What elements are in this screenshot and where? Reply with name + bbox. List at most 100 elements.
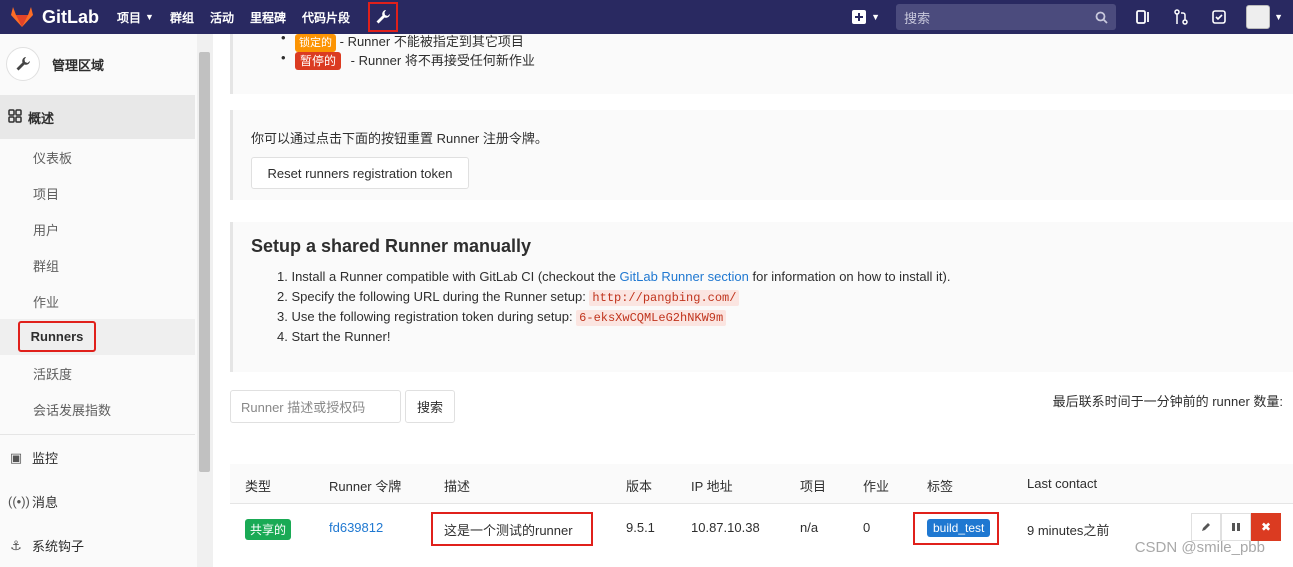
col-last-contact[interactable]: Last contact xyxy=(1027,476,1097,491)
nav-projects[interactable]: 项目 ▼ xyxy=(117,9,154,26)
sidebar-item-runners[interactable]: Runners xyxy=(18,321,96,352)
chevron-down-icon: ▼ xyxy=(871,12,881,22)
coordinator-url: http://pangbing.com/ xyxy=(589,290,740,306)
nav-milestones[interactable]: 里程碑 xyxy=(250,9,286,26)
step1-text: 1. Install a Runner compatible with GitL… xyxy=(277,269,620,284)
remove-button[interactable]: ✖ xyxy=(1251,513,1281,541)
setup-title: Setup a shared Runner manually xyxy=(251,236,532,256)
reset-token-panel: 你可以通过点击下面的按钮重置 Runner 注册令牌。 Reset runner… xyxy=(230,110,1293,200)
pause-icon xyxy=(1232,523,1240,531)
sidebar-item-groups[interactable]: 群组 xyxy=(33,256,59,275)
sidebar-item-dashboard[interactable]: 仪表板 xyxy=(33,148,72,167)
runner-jobs: 0 xyxy=(863,520,871,535)
sidebar-item-activity[interactable]: 活跃度 xyxy=(33,364,72,383)
gitlab-logo[interactable]: GitLab xyxy=(10,6,117,28)
step1-text-end: for information on how to install it). xyxy=(748,269,951,284)
nav-snippets[interactable]: 代码片段 xyxy=(302,9,350,26)
sidebar-item-label: 概述 xyxy=(28,110,55,126)
todos-icon[interactable] xyxy=(1208,6,1230,28)
wrench-icon xyxy=(16,57,30,71)
sidebar-item-projects[interactable]: 项目 xyxy=(33,184,59,203)
setup-step-3: 3. Use the following registration token … xyxy=(277,309,727,326)
col-jobs: 作业 xyxy=(863,479,890,494)
shared-badge: 共享的 xyxy=(245,519,292,540)
sidebar-scroll-thumb[interactable] xyxy=(199,52,210,472)
nav-activity[interactable]: 活动 xyxy=(210,9,234,26)
col-type: 类型 xyxy=(245,479,272,494)
nav-snippets-label: 代码片段 xyxy=(301,10,350,25)
runner-projects: n/a xyxy=(800,520,819,535)
pause-button[interactable] xyxy=(1221,513,1251,541)
paused-badge: 暂停的 xyxy=(295,52,342,70)
nav-groups[interactable]: 群组 xyxy=(170,9,194,26)
sidebar-header[interactable]: 管理区域 xyxy=(0,34,197,94)
merge-requests-icon[interactable] xyxy=(1170,6,1192,28)
runners-table-header: 类型 Runner 令牌 描述 版本 IP 地址 项目 作业 标签 Last c… xyxy=(230,464,1293,504)
close-icon: ✖ xyxy=(1260,520,1272,534)
col-projects: 项目 xyxy=(800,479,827,494)
grid-icon xyxy=(8,108,22,126)
new-item-button[interactable]: ▼ xyxy=(851,9,880,25)
user-avatar[interactable] xyxy=(1246,5,1271,29)
table-row: 共享的 fd639812 这是一个测试的runner 9.5.1 10.87.1… xyxy=(230,505,1293,555)
nav-milestones-label: 里程碑 xyxy=(249,10,286,25)
sidebar-item-users[interactable]: 用户 xyxy=(33,220,59,239)
search-placeholder: 搜索 xyxy=(904,10,931,26)
divider xyxy=(0,434,195,435)
list-item: • 暂停的 - Runner 将不再接受任何新作业 xyxy=(281,50,535,70)
sidebar-item-label: 监控 xyxy=(32,451,59,466)
setup-step-4: 4. Start the Runner! xyxy=(277,329,391,344)
runner-search-placeholder: Runner 描述或授权码 xyxy=(241,400,366,415)
admin-sidebar: 管理区域 概述 仪表板 项目 用户 群组 作业 Runners 活跃度 会话发展… xyxy=(0,34,213,567)
chevron-down-icon: ▼ xyxy=(145,12,154,22)
runner-token-link[interactable]: fd639812 xyxy=(329,520,383,535)
sidebar-item-jobs[interactable]: 作业 xyxy=(33,292,59,311)
col-tags: 标签 xyxy=(927,479,954,494)
runner-ip: 10.87.10.38 xyxy=(691,520,760,535)
runner-last-contact: 9 minutes之前 xyxy=(1027,523,1110,538)
issues-icon[interactable] xyxy=(1132,6,1154,28)
nav-projects-label: 项目 xyxy=(117,10,142,25)
col-description: 描述 xyxy=(444,479,471,494)
sidebar-item-label: 消息 xyxy=(32,495,59,510)
top-navbar: GitLab 项目 ▼ 群组 活动 里程碑 代码片段 ▼ 搜索 ▼ xyxy=(0,0,1293,34)
sidebar-item-messages[interactable]: ((•)) 消息 xyxy=(8,492,58,511)
setup-step-1: 1. Install a Runner compatible with GitL… xyxy=(277,269,950,284)
reset-token-text: 你可以通过点击下面的按钮重置 Runner 注册令牌。 xyxy=(251,131,548,146)
col-ip: IP 地址 xyxy=(691,479,733,494)
runner-search-input[interactable]: Runner 描述或授权码 xyxy=(230,390,401,423)
reset-token-button[interactable]: Reset runners registration token xyxy=(251,157,469,189)
broadcast-icon: ((•)) xyxy=(8,494,30,509)
setup-runner-panel: Setup a shared Runner manually 1. Instal… xyxy=(230,222,1293,372)
search-input[interactable]: 搜索 xyxy=(896,4,1117,30)
sidebar-item-monitoring[interactable]: ▣ 监控 xyxy=(8,448,58,467)
runner-version: 9.5.1 xyxy=(626,520,655,535)
registration-token: 6-eksXwCQMLeG2hNKW9m xyxy=(576,310,727,326)
edit-button[interactable] xyxy=(1191,513,1221,541)
sidebar-item-hooks[interactable]: ⚓ 系统钩子 xyxy=(8,536,84,555)
online-runner-count: 最后联系时间于一分钟前的 runner 数量: xyxy=(1052,394,1283,409)
setup-step-2: 2. Specify the following URL during the … xyxy=(277,289,740,306)
hook-icon: ⚓ xyxy=(10,537,22,553)
runner-states-info: • 锁定的 - Runner 不能被指定到其它项目 • 暂停的 - Runner… xyxy=(230,30,1293,94)
bullet-dot: • xyxy=(281,30,286,45)
sidebar-item-conv-index[interactable]: 会话发展指数 xyxy=(33,400,111,419)
admin-avatar xyxy=(6,47,40,81)
locked-row: 锁定的 - Runner 不能被指定到其它项目 xyxy=(295,34,524,52)
runner-docs-link[interactable]: GitLab Runner section xyxy=(620,269,749,284)
list-item: • 锁定的 - Runner 不能被指定到其它项目 xyxy=(281,30,524,52)
tanuki-icon xyxy=(11,7,33,27)
watermark: CSDN @smile_pbb xyxy=(1134,539,1265,556)
paused-text: - Runner 将不再接受任何新作业 xyxy=(350,53,535,68)
col-token: Runner 令牌 xyxy=(329,479,402,494)
admin-area-button[interactable] xyxy=(368,2,398,32)
plus-square-icon xyxy=(852,10,867,24)
bullet-dot: • xyxy=(281,50,286,65)
sidebar-item-overview[interactable]: 概述 xyxy=(0,95,195,139)
main-content: • 锁定的 - Runner 不能被指定到其它项目 • 暂停的 - Runner… xyxy=(213,30,1293,567)
locked-text: - Runner 不能被指定到其它项目 xyxy=(339,34,524,49)
nav-groups-label: 群组 xyxy=(169,10,194,25)
step3-text: 3. Use the following registration token … xyxy=(277,309,577,324)
search-button[interactable]: 搜索 xyxy=(405,390,455,423)
nav-activity-label: 活动 xyxy=(209,10,234,25)
